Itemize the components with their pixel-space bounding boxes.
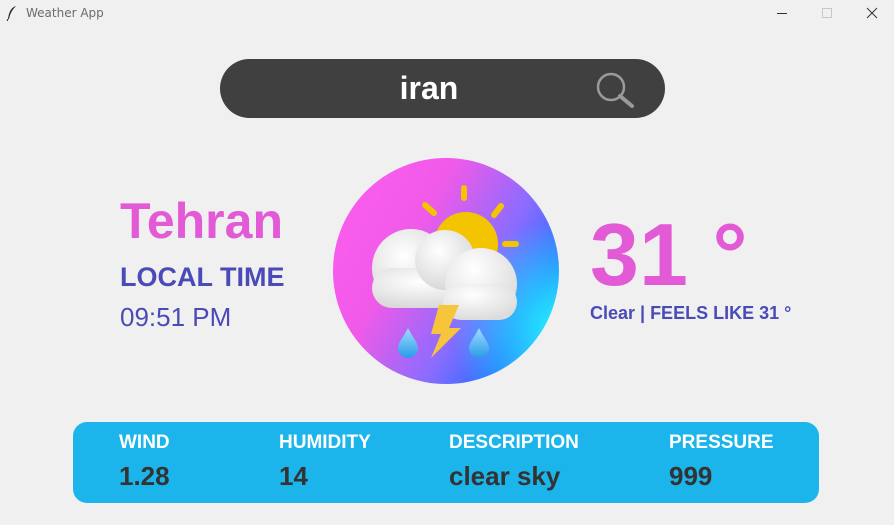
feather-icon: [6, 6, 16, 21]
search-icon[interactable]: [595, 72, 637, 110]
window-title: Weather App: [26, 6, 104, 20]
wind-value: 1.28: [119, 461, 170, 491]
humidity-value: 14: [279, 461, 308, 491]
temperature-value: 31 °: [590, 205, 748, 304]
humidity-label: HUMIDITY: [279, 432, 371, 453]
title-bar: Weather App: [0, 0, 894, 28]
maximize-button[interactable]: [805, 0, 849, 26]
close-icon: [866, 7, 878, 19]
search-input[interactable]: iran: [220, 59, 638, 118]
pressure-label: PRESSURE: [669, 432, 774, 453]
local-time-label: LOCAL TIME: [120, 262, 285, 292]
city-name: Tehran: [120, 193, 283, 249]
thunderstorm-sun-cloud-icon: [372, 185, 519, 358]
close-button[interactable]: [850, 0, 894, 26]
description-label: DESCRIPTION: [449, 432, 579, 453]
minimize-icon: [777, 13, 787, 14]
local-time-value: 09:51 PM: [120, 302, 232, 332]
wind-label: WIND: [119, 432, 170, 453]
minimize-button[interactable]: [760, 0, 804, 26]
pressure-value: 999: [669, 461, 713, 491]
description-value: clear sky: [449, 461, 561, 491]
maximize-icon: [822, 8, 832, 18]
condition-text: Clear | FEELS LIKE 31 °: [590, 303, 792, 323]
